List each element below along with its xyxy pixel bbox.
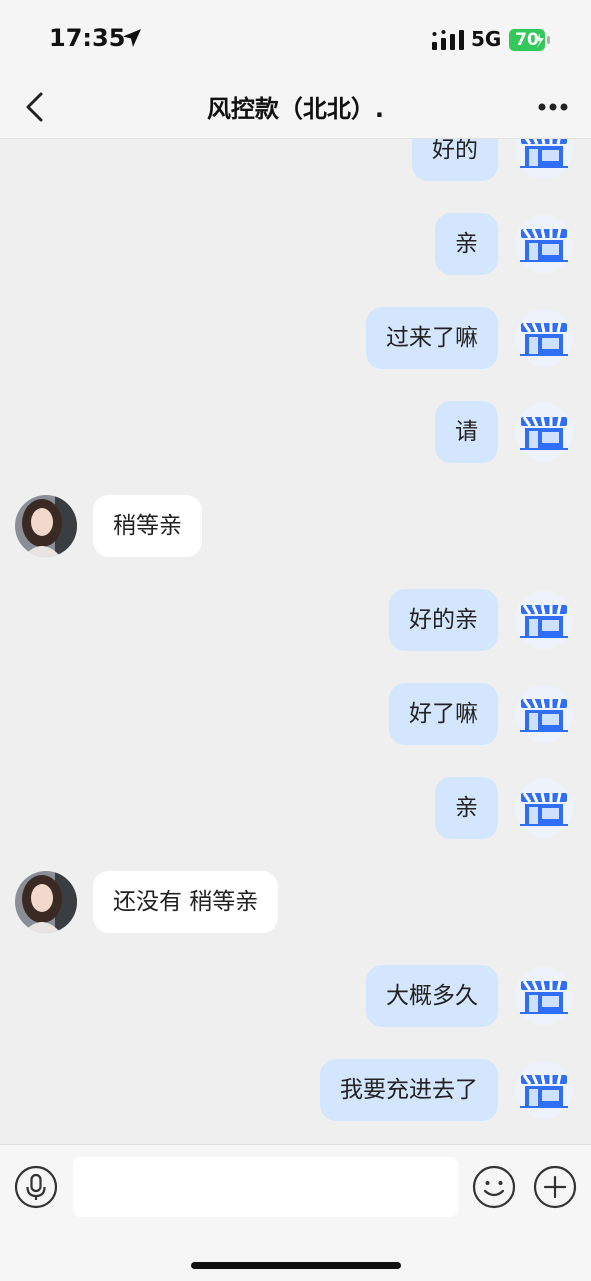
message-bubble[interactable]: 好的 bbox=[412, 139, 498, 181]
store-avatar-icon[interactable] bbox=[515, 215, 573, 273]
user-avatar[interactable] bbox=[15, 495, 77, 557]
chat-message-list[interactable]: 好的 亲 过来了嘛 请 稍等亲 好的亲 好了嘛 亲 还没有 稍等亲 大概多久 我… bbox=[0, 139, 591, 1144]
store-avatar-icon[interactable] bbox=[515, 591, 573, 649]
user-avatar[interactable] bbox=[15, 871, 77, 933]
chat-title: 风控款（北北）. bbox=[206, 95, 385, 123]
location-arrow-icon bbox=[123, 29, 141, 47]
store-avatar-icon[interactable] bbox=[515, 967, 573, 1025]
more-actions-button[interactable] bbox=[533, 1165, 577, 1209]
store-avatar-icon[interactable] bbox=[515, 139, 573, 179]
status-time: 17:35 bbox=[49, 24, 126, 52]
battery-level: 70 bbox=[515, 30, 539, 50]
emoji-button[interactable] bbox=[472, 1165, 516, 1209]
message-bubble[interactable]: 稍等亲 bbox=[93, 495, 202, 557]
status-bar: 17:35 5G 70 bbox=[0, 0, 591, 80]
message-input[interactable] bbox=[73, 1157, 458, 1217]
signal-icon bbox=[432, 30, 464, 50]
message-bubble[interactable]: 我要充进去了 bbox=[320, 1059, 498, 1121]
nav-bar: 风控款（北北）. bbox=[0, 80, 591, 139]
message-bubble[interactable]: 好的亲 bbox=[389, 589, 498, 651]
store-avatar-icon[interactable] bbox=[515, 309, 573, 367]
input-bar bbox=[0, 1144, 591, 1281]
back-button[interactable] bbox=[18, 88, 52, 126]
network-type: 5G bbox=[471, 27, 502, 51]
message-bubble[interactable]: 大概多久 bbox=[366, 965, 498, 1027]
store-avatar-icon[interactable] bbox=[515, 779, 573, 837]
message-bubble[interactable]: 还没有 稍等亲 bbox=[93, 871, 279, 933]
store-avatar-icon[interactable] bbox=[515, 1061, 573, 1119]
store-avatar-icon[interactable] bbox=[515, 685, 573, 743]
more-options-button[interactable] bbox=[536, 94, 570, 120]
message-bubble[interactable]: 亲 bbox=[435, 777, 498, 839]
message-bubble[interactable]: 亲 bbox=[435, 213, 498, 275]
store-avatar-icon[interactable] bbox=[515, 403, 573, 461]
home-indicator bbox=[191, 1262, 401, 1269]
voice-input-button[interactable] bbox=[14, 1165, 58, 1209]
message-bubble[interactable]: 请 bbox=[435, 401, 498, 463]
message-bubble[interactable]: 好了嘛 bbox=[389, 683, 498, 745]
message-bubble[interactable]: 过来了嘛 bbox=[366, 307, 498, 369]
